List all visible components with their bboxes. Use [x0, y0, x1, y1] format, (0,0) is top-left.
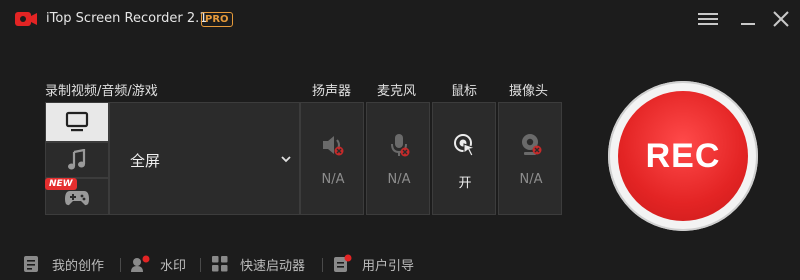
quick-launcher-button[interactable]: 快速启动器 [210, 254, 305, 274]
mouse-click-icon [454, 134, 477, 157]
watermark-button[interactable]: 水印 [130, 254, 186, 274]
mouse-status: 开 [458, 176, 472, 191]
recording-area-value: 全屏 [130, 152, 161, 170]
rec-button[interactable]: REC [618, 91, 748, 221]
speaker-toggle[interactable]: N/A [300, 102, 364, 215]
speaker-muted-icon [323, 136, 344, 156]
footer-divider [200, 258, 201, 272]
my-creations-button[interactable]: 我的创作 [22, 254, 104, 274]
speaker-status: N/A [321, 172, 345, 187]
watermark-label: 水印 [160, 258, 187, 274]
app-title: iTop Screen Recorder 2.1 [46, 11, 208, 26]
mic-label: 麦克风 [377, 84, 417, 99]
camera-toggle[interactable]: N/A [498, 102, 562, 215]
minimize-icon[interactable] [737, 10, 759, 28]
music-note-icon [68, 149, 86, 170]
user-guide-label: 用户引导 [362, 258, 415, 274]
quick-launcher-label: 快速启动器 [240, 258, 306, 274]
record-mode-selector: NEW [45, 102, 109, 215]
user-guide-icon [334, 254, 352, 272]
mouse-toggle[interactable]: 开 [432, 102, 496, 215]
menu-icon[interactable] [697, 10, 719, 28]
webcam-muted-icon [522, 134, 542, 155]
camera-label: 摄像头 [509, 84, 549, 99]
microphone-status: N/A [387, 172, 411, 187]
chevron-down-icon [281, 156, 291, 163]
mouse-label: 鼠标 [451, 84, 478, 99]
close-icon[interactable] [770, 10, 792, 28]
footer-divider [120, 258, 121, 272]
mode-section-label: 录制视频/音频/游戏 [45, 84, 158, 99]
audio-mode-button[interactable] [45, 142, 109, 178]
microphone-muted-icon [391, 134, 410, 157]
creations-list-icon [24, 256, 38, 272]
footer-divider [322, 258, 323, 272]
footer-toolbar: 我的创作 水印 快速启动器 用户引导 [0, 248, 800, 280]
recording-area-dropdown[interactable]: 全屏 [109, 102, 300, 215]
monitor-icon [65, 111, 89, 132]
speaker-label: 扬声器 [312, 84, 352, 99]
pro-badge: PRO [201, 12, 233, 27]
microphone-toggle[interactable]: N/A [366, 102, 430, 215]
watermark-icon [131, 255, 150, 272]
game-mode-button[interactable]: NEW [45, 178, 109, 215]
app-logo-icon [15, 12, 37, 26]
new-badge: NEW [45, 178, 77, 190]
my-creations-label: 我的创作 [52, 258, 105, 274]
camera-status: N/A [519, 172, 543, 187]
title-bar: iTop Screen Recorder 2.1 PRO [0, 0, 800, 40]
user-guide-button[interactable]: 用户引导 [332, 254, 414, 274]
screen-mode-button[interactable] [45, 102, 109, 142]
quick-launcher-icon [212, 256, 228, 272]
